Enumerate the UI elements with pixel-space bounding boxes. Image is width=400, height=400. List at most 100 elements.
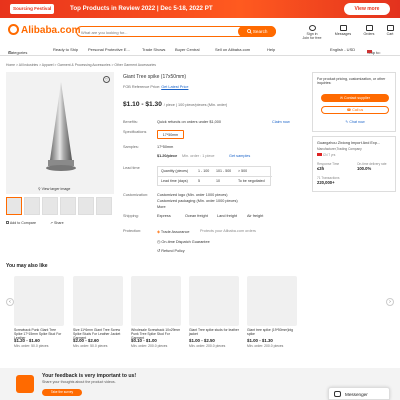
product-card-image bbox=[131, 276, 181, 326]
product-card[interactable]: Giant Tree spike studs for leather jacke… bbox=[189, 276, 239, 358]
spec-option-17x50[interactable]: 17*50mm bbox=[157, 130, 184, 139]
thumbnail-item[interactable] bbox=[24, 197, 40, 215]
call-us-label: Call us bbox=[352, 108, 364, 112]
supplier-card[interactable]: Guangzhou Zixiong Import And Exp... Manu… bbox=[312, 136, 396, 192]
country-code: CN bbox=[322, 153, 328, 157]
join-free-label: Join for free bbox=[302, 36, 322, 40]
cn-flag-icon bbox=[317, 153, 322, 156]
nav-sell-on-alibaba[interactable]: Sell on Alibaba.com bbox=[215, 47, 250, 52]
product-card-moq: Min. order: 50.0 pieces bbox=[14, 344, 49, 348]
product-card[interactable]: Wholesale Screwback 10x29mm Punk Tree Sp… bbox=[131, 276, 181, 358]
promo-banner[interactable]: Sourcing Festival Top Products in Review… bbox=[0, 0, 400, 18]
nav-help[interactable]: Help bbox=[267, 47, 275, 52]
take-survey-button[interactable]: Take the survey bbox=[42, 389, 82, 396]
product-card-moq: Min. order: 50.0 pieces bbox=[73, 344, 108, 348]
supplier-years: 7 yrs bbox=[328, 153, 336, 157]
orders-icon bbox=[365, 25, 373, 31]
cart-link[interactable]: Cart bbox=[378, 25, 400, 36]
trade-assurance: ◈ Trade Assurance bbox=[157, 229, 189, 234]
thumbnail-item[interactable] bbox=[78, 197, 94, 215]
refund-label: Refund Policy bbox=[161, 249, 185, 253]
table-cell: > 500 bbox=[238, 169, 248, 173]
lead-time-label: Lead time bbox=[123, 166, 140, 170]
chat-now-link[interactable]: ✎ Chat now bbox=[321, 120, 389, 124]
call-us-button[interactable]: ☎ Call us bbox=[321, 106, 389, 114]
language-currency-selector[interactable]: English - USD bbox=[330, 47, 355, 52]
product-card-price: $1.00 - $2.50 bbox=[189, 338, 215, 343]
customization-more-link[interactable]: More bbox=[157, 205, 166, 209]
nav-ready-to-ship[interactable]: Ready to Ship bbox=[53, 47, 78, 52]
search-button-label: Search bbox=[252, 29, 268, 34]
product-card[interactable]: Size 11*6mm Giant Tree Screw Spike Studs… bbox=[73, 276, 123, 358]
contact-label: Contact supplier bbox=[344, 96, 370, 100]
product-card-image bbox=[73, 276, 123, 326]
alibaba-logo[interactable]: Alibaba.com bbox=[8, 24, 80, 36]
ontime-rate-value: 100.0% bbox=[357, 166, 372, 171]
breadcrumb[interactable]: Home > All Industries > Apparel > Garmen… bbox=[6, 63, 156, 67]
nav-trade-shows[interactable]: Trade Shows bbox=[142, 47, 165, 52]
samples-label: Samples: bbox=[123, 145, 139, 149]
search-button[interactable]: Search bbox=[238, 26, 276, 37]
price-value: $1.10 - $1.30 bbox=[123, 101, 162, 108]
contact-panel: For product pricing, customization, or o… bbox=[312, 72, 396, 132]
price-range: $1.10 - $1.30 / piece | 100 piece/pieces… bbox=[123, 101, 227, 108]
shipping-label: Shipping: bbox=[123, 214, 139, 218]
table-cell: Lead time (days) bbox=[161, 179, 188, 183]
nav-buyer-central[interactable]: Buyer Central bbox=[175, 47, 199, 52]
search-icon bbox=[246, 29, 252, 34]
fob-label: FOB Reference Price: bbox=[123, 85, 161, 89]
carousel-prev-arrow[interactable]: ‹ bbox=[6, 298, 14, 306]
thumbnail-item[interactable] bbox=[42, 197, 58, 215]
view-larger-label: View larger image bbox=[41, 187, 71, 191]
benefits-label: Benefits: bbox=[123, 120, 138, 124]
messenger-widget[interactable]: Messenger bbox=[328, 387, 390, 400]
nav-personal-protective[interactable]: Personal Protective E... bbox=[88, 47, 130, 52]
view-more-button[interactable]: View more bbox=[344, 3, 390, 15]
claim-now-link[interactable]: Claim now bbox=[272, 120, 290, 124]
search-bar: Search bbox=[76, 26, 276, 37]
thumbnail-strip bbox=[4, 197, 116, 217]
product-card-name: Giant tree spike (19*50mm)big spike bbox=[247, 328, 293, 336]
table-cell: 10 bbox=[216, 179, 220, 183]
messages-link[interactable]: Messages bbox=[331, 25, 355, 36]
table-cell: 5 bbox=[198, 179, 200, 183]
product-card[interactable]: Screwback Punk Giant Tree Spike 17*15mm … bbox=[14, 276, 64, 358]
samples-price: $1.20/piece bbox=[157, 154, 178, 158]
view-larger-image-link[interactable]: ⚲ View larger image bbox=[38, 187, 70, 191]
get-samples-link[interactable]: Get samples bbox=[229, 154, 250, 158]
share-button[interactable]: ↗ Share bbox=[50, 221, 64, 225]
product-card-image bbox=[247, 276, 297, 326]
shipping-land: Land freight bbox=[217, 214, 238, 218]
carousel-next-arrow[interactable]: › bbox=[386, 298, 394, 306]
product-card-moq: Min. order: 200.0 pieces bbox=[131, 344, 168, 348]
product-card-price: $1.20 - $1.60 bbox=[14, 338, 40, 343]
table-row: Lead time (days) 5 10 To be negotiated bbox=[158, 177, 272, 187]
site-header: Alibaba.com Search Sign in Join for free… bbox=[0, 18, 400, 44]
logo-text: Alibaba.com bbox=[21, 25, 81, 36]
product-card-moq: Min. order: 200.0 pieces bbox=[189, 344, 226, 348]
product-card[interactable]: Giant tree spike (19*50mm)big spike $1.0… bbox=[247, 276, 297, 358]
main-product-image[interactable]: ♡ bbox=[6, 72, 114, 194]
thumbnail-item[interactable] bbox=[60, 197, 76, 215]
product-card-name: Giant Tree spike studs for leather jacke… bbox=[189, 328, 239, 336]
supplier-name[interactable]: Guangzhou Zixiong Import And Exp... bbox=[317, 141, 380, 145]
get-latest-price-link[interactable]: Get Latest Price bbox=[161, 85, 188, 89]
product-card-price: $1.00 - $1.30 bbox=[247, 338, 273, 343]
sign-in-link[interactable]: Sign in Join for free bbox=[300, 25, 324, 40]
ontime-label: On-time Dispatch Guarantee bbox=[161, 240, 210, 244]
lead-time-table: Quantity (pieces) 1 - 100 101 - 500 > 50… bbox=[157, 166, 272, 187]
table-cell: 1 - 100 bbox=[198, 169, 210, 173]
search-input[interactable] bbox=[81, 28, 231, 36]
thumbnail-item[interactable] bbox=[96, 197, 112, 215]
customization-logo: Customized logo (Min. order 1000 pieces) bbox=[157, 193, 228, 197]
categories-label: Categories bbox=[8, 50, 28, 55]
contact-supplier-button[interactable]: ✉ Contact supplier bbox=[321, 94, 389, 102]
thumbnail-item[interactable] bbox=[6, 197, 22, 215]
response-time-value: ≤3h bbox=[317, 166, 325, 171]
spike-stud-image bbox=[46, 82, 76, 171]
favorite-heart-icon[interactable]: ♡ bbox=[103, 76, 110, 83]
add-to-compare[interactable]: Add to Compare bbox=[6, 221, 36, 225]
benefits-value: Quick refunds on orders under $1,000 bbox=[157, 120, 221, 124]
protection-label: Protection: bbox=[123, 229, 142, 233]
supplier-country: CN 7 yrs bbox=[317, 153, 335, 157]
